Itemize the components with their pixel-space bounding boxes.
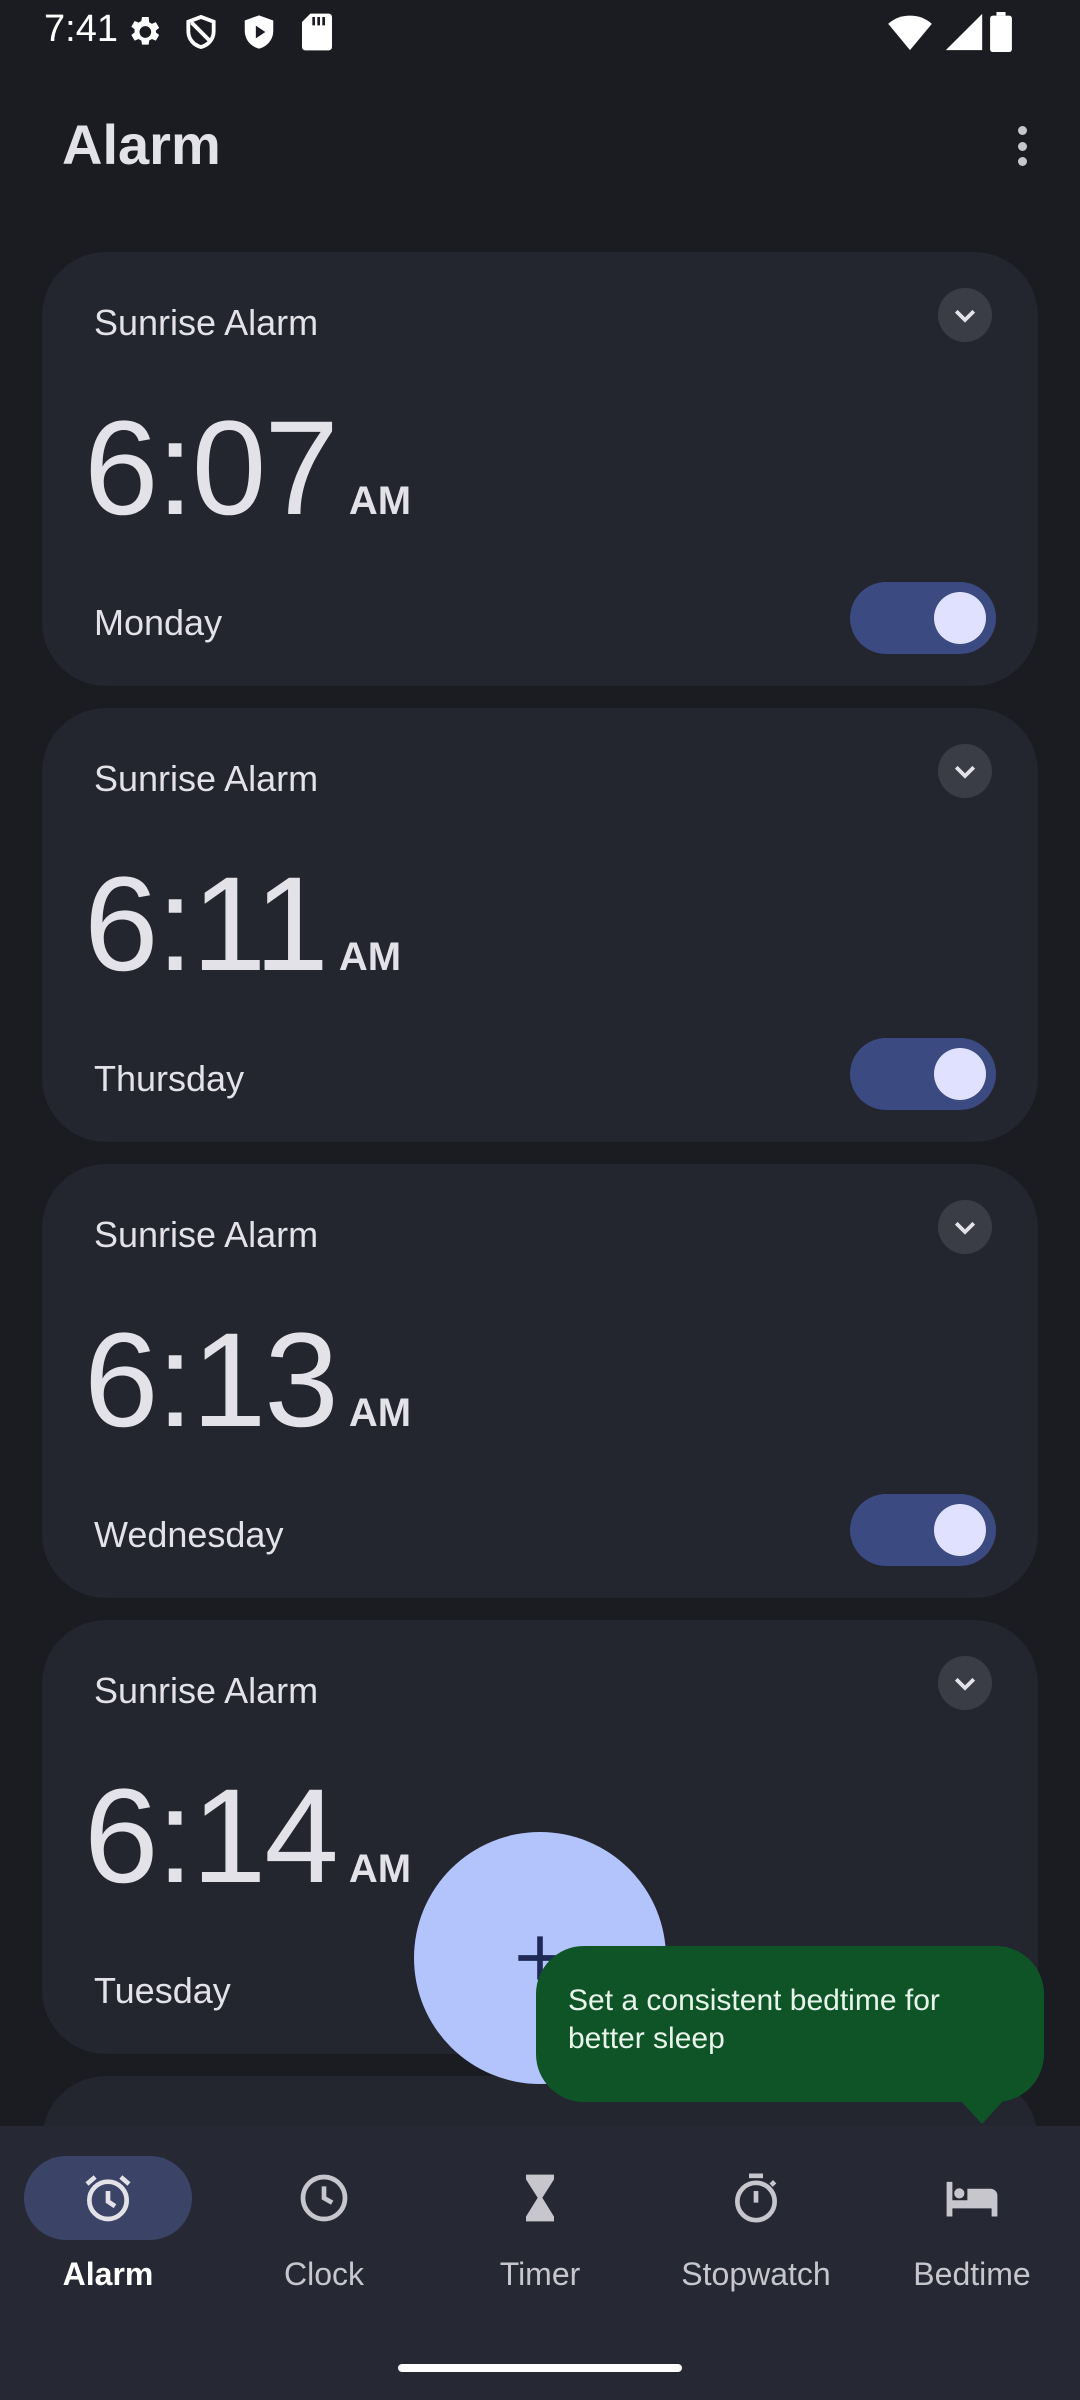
play-protect-icon: [244, 15, 274, 49]
alarm-days[interactable]: Tuesday: [94, 1970, 231, 2012]
chevron-down-icon[interactable]: [938, 1656, 992, 1710]
alarm-time-value: 6:13: [84, 1306, 339, 1455]
nav-pill: [672, 2156, 840, 2240]
nav-item-timer[interactable]: Timer: [432, 2156, 648, 2316]
nav-pill: [24, 2156, 192, 2240]
alarm-ampm: AM: [348, 479, 412, 523]
nav-item-bedtime[interactable]: Bedtime: [864, 2156, 1080, 2316]
tooltip-pointer: [960, 2100, 1004, 2124]
clock-icon: [300, 2174, 348, 2222]
chevron-down-icon[interactable]: [938, 288, 992, 342]
status-time: 7:41: [44, 8, 118, 50]
alarm-toggle[interactable]: [850, 1494, 996, 1566]
alarm-ampm: AM: [338, 935, 402, 979]
alarm-time[interactable]: 6:13 AM: [84, 1304, 411, 1457]
bed-icon: [946, 2181, 998, 2217]
hourglass-icon: [526, 2174, 554, 2222]
signal-icon: [945, 13, 983, 51]
toggle-knob: [934, 1048, 986, 1100]
page-title: Alarm: [62, 113, 221, 176]
alarm-label[interactable]: Sunrise Alarm: [94, 302, 318, 344]
nav-label: Alarm: [62, 2256, 154, 2292]
home-indicator[interactable]: [398, 2364, 682, 2372]
alarm-card[interactable]: Sunrise Alarm 6:07 AM Monday: [42, 252, 1038, 686]
shield-icon: [186, 14, 216, 50]
chevron-down-icon[interactable]: [938, 744, 992, 798]
toggle-knob: [934, 1504, 986, 1556]
nav-item-alarm[interactable]: Alarm: [0, 2156, 216, 2316]
tooltip-text: Set a consistent bedtime for better slee…: [568, 1984, 940, 2055]
settings-icon: [131, 17, 160, 45]
nav-item-clock[interactable]: Clock: [216, 2156, 432, 2316]
nav-pill: [888, 2156, 1056, 2240]
alarm-time-value: 6:14: [84, 1762, 339, 1911]
alarm-days[interactable]: Thursday: [94, 1058, 244, 1100]
alarm-card[interactable]: Sunrise Alarm 6:11 AM Thursday: [42, 708, 1038, 1142]
alarm-screen: 7:41 Alarm Sunrise Alarm 6:07 AM Monday …: [0, 0, 1080, 2400]
nav-label: Timer: [499, 2256, 581, 2292]
alarm-time[interactable]: 6:07 AM: [84, 392, 411, 545]
alarm-time[interactable]: 6:11 AM: [84, 848, 401, 1001]
alarm-time[interactable]: 6:14 AM: [84, 1760, 411, 1913]
chevron-down-icon[interactable]: [938, 1200, 992, 1254]
alarm-days[interactable]: Wednesday: [94, 1514, 283, 1556]
alarm-card[interactable]: Sunrise Alarm 6:13 AM Wednesday: [42, 1164, 1038, 1598]
alarm-time-value: 6:11: [84, 850, 329, 999]
alarm-ampm: AM: [348, 1391, 412, 1435]
alarm-toggle[interactable]: [850, 1038, 996, 1110]
status-bar: 7:41: [0, 0, 1080, 64]
bottom-navigation: Alarm Clock Timer Stopwatch Bedtime: [0, 2126, 1080, 2400]
more-vert-icon[interactable]: [1000, 118, 1044, 174]
alarm-days[interactable]: Monday: [94, 602, 222, 644]
battery-icon: [990, 12, 1012, 52]
nav-pill: [240, 2156, 408, 2240]
nav-label: Stopwatch: [681, 2256, 831, 2292]
nav-item-stopwatch[interactable]: Stopwatch: [648, 2156, 864, 2316]
alarm-toggle[interactable]: [850, 582, 996, 654]
alarm-ampm: AM: [348, 1847, 412, 1891]
alarm-time-value: 6:07: [84, 394, 339, 543]
alarm-icon: [85, 2175, 131, 2222]
nav-label: Clock: [283, 2256, 364, 2292]
alarm-label[interactable]: Sunrise Alarm: [94, 1670, 318, 1712]
toggle-knob: [934, 592, 986, 644]
wifi-icon: [888, 15, 932, 51]
nav-label: Bedtime: [913, 2256, 1031, 2292]
alarm-label[interactable]: Sunrise Alarm: [94, 758, 318, 800]
bedtime-tooltip[interactable]: Set a consistent bedtime for better slee…: [536, 1946, 1044, 2124]
stopwatch-icon: [735, 2173, 777, 2223]
nav-pill: [456, 2156, 624, 2240]
alarm-label[interactable]: Sunrise Alarm: [94, 1214, 318, 1256]
sd-card-icon: [302, 13, 332, 51]
